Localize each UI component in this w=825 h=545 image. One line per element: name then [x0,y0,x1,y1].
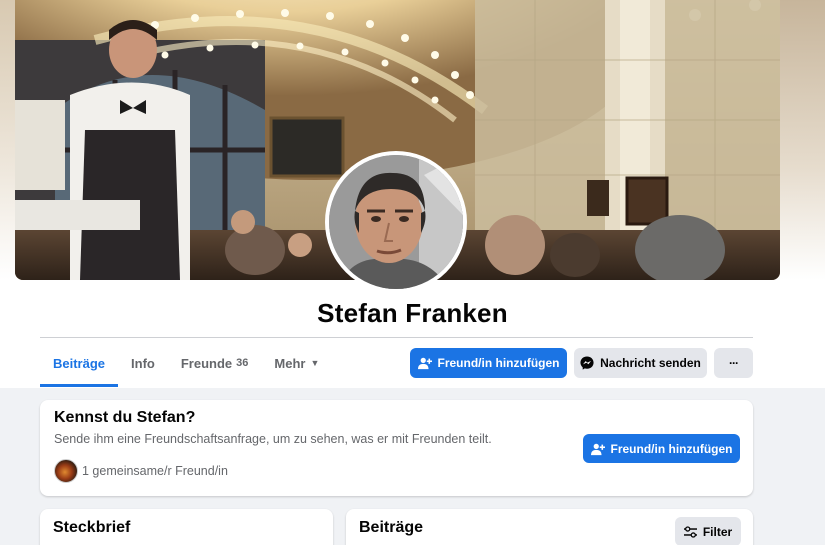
tab-label: Freunde [180,355,233,371]
profile-picture-image [329,155,463,289]
add-friend-label: Freund/in hinzufügen [437,356,560,370]
steckbrief-title: Steckbrief [53,519,131,536]
filter-button[interactable]: Filter [675,517,741,545]
send-message-button[interactable]: Nachricht senden [574,348,707,378]
know-card-title: Kennst du Stefan? [54,409,196,426]
tab-label: Info [131,355,155,371]
posts-card: Beiträge Filter [346,509,753,545]
send-message-label: Nachricht senden [600,356,701,370]
filter-label: Filter [702,524,733,539]
tab-mehr[interactable]: Mehr ▼ [261,340,332,386]
tab-label: Beiträge [53,356,106,371]
person-plus-icon [590,442,605,456]
profile-avatar[interactable] [325,151,467,293]
profile-picture [329,155,463,289]
caret-down-icon: ▼ [310,358,320,368]
know-person-card: Kennst du Stefan? Sende ihm eine Freunds… [40,400,753,496]
tab-info[interactable]: Info [118,340,168,386]
cover-right-blur [779,0,825,280]
messenger-icon [580,356,594,370]
sliders-icon [683,525,697,538]
header-divider [40,337,753,338]
more-options-button[interactable]: ··· [714,348,753,378]
profile-name: Stefan Franken [317,298,508,328]
tab-label: Mehr [274,355,306,371]
posts-title: Beiträge [359,519,424,536]
profile-tabs: Beiträge Info Freunde 36 Mehr ▼ [40,340,332,388]
add-friend-button[interactable]: Freund/in hinzufügen [410,348,567,378]
tab-freunde[interactable]: Freunde 36 [168,340,262,386]
ellipsis-icon: ··· [729,356,739,370]
card-add-friend-label: Freund/in hinzufügen [610,441,733,456]
person-plus-icon [417,356,432,370]
mutual-friends-link[interactable]: 1 gemeinsame/r Freund/in [82,464,228,478]
steckbrief-card: Steckbrief [40,509,333,545]
know-card-description: Sende ihm eine Freundschaftsanfrage, um … [54,432,492,446]
friends-count: 36 [236,357,249,369]
tab-beitraege[interactable]: Beiträge [40,340,119,387]
cover-left-blur [0,0,16,280]
card-add-friend-button[interactable]: Freund/in hinzufügen [583,434,740,463]
mutual-friend-avatar[interactable] [54,459,78,483]
